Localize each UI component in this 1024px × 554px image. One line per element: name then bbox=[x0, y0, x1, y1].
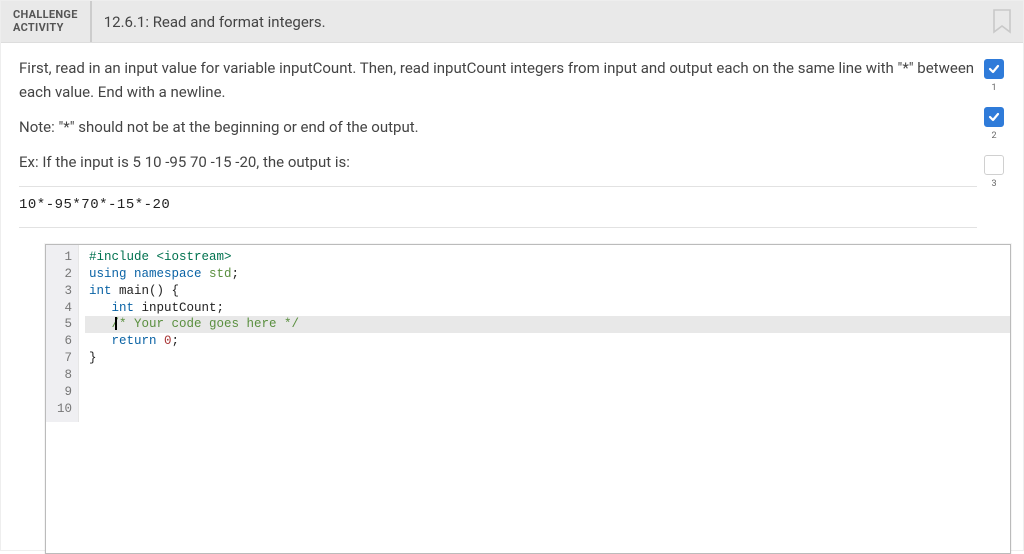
code-line[interactable]: using namespace std; bbox=[85, 266, 1010, 283]
line-number: 2 bbox=[56, 266, 72, 283]
code-token: <iostream> bbox=[157, 250, 232, 264]
activity-type-line1: CHALLENGE bbox=[13, 8, 78, 21]
code-token: } bbox=[89, 351, 97, 365]
bookmark-button[interactable] bbox=[989, 6, 1015, 38]
line-number: 3 bbox=[56, 283, 72, 300]
progress-step-number: 1 bbox=[991, 83, 996, 93]
activity-type-line2: ACTIVITY bbox=[13, 21, 64, 34]
activity-body: First, read in an input value for variab… bbox=[1, 43, 1023, 236]
example-output: 10*-95*70*-15*-20 bbox=[19, 195, 977, 217]
progress-step-1[interactable] bbox=[984, 59, 1004, 79]
line-number: 9 bbox=[56, 384, 72, 401]
divider bbox=[19, 186, 977, 187]
code-token bbox=[89, 317, 112, 331]
check-icon bbox=[987, 110, 1001, 124]
line-number: 10 bbox=[56, 401, 72, 418]
progress-step-number: 2 bbox=[991, 131, 996, 141]
code-token: inputCount; bbox=[142, 301, 225, 315]
divider bbox=[19, 227, 977, 228]
progress-step-3[interactable] bbox=[984, 155, 1004, 175]
code-line[interactable]: /* Your code goes here */ bbox=[85, 316, 1010, 333]
code-token: ; bbox=[172, 334, 180, 348]
line-number: 4 bbox=[56, 300, 72, 317]
instruction-p1: First, read in an input value for variab… bbox=[19, 57, 977, 104]
code-token: int bbox=[89, 284, 119, 298]
instruction-note: Note: "*" should not be at the beginning… bbox=[19, 116, 977, 139]
code-line[interactable]: int inputCount; bbox=[85, 300, 1010, 317]
code-line[interactable]: int main() { bbox=[85, 283, 1010, 300]
code-token: main() { bbox=[119, 284, 179, 298]
code-line[interactable]: #include <iostream> bbox=[85, 249, 1010, 266]
instructions: First, read in an input value for variab… bbox=[19, 57, 977, 236]
code-lines[interactable]: #include <iostream>using namespace std;i… bbox=[79, 245, 1010, 422]
line-number: 8 bbox=[56, 367, 72, 384]
progress-step-2[interactable] bbox=[984, 107, 1004, 127]
code-token: /* Your code goes here */ bbox=[112, 317, 300, 331]
example-label: Ex: If the input is 5 10 -95 70 -15 -20,… bbox=[19, 151, 977, 174]
code-area: 12345678910 #include <iostream>using nam… bbox=[46, 245, 1010, 422]
code-token: int bbox=[112, 301, 142, 315]
line-number: 7 bbox=[56, 350, 72, 367]
code-token: ; bbox=[232, 267, 240, 281]
code-token: std bbox=[209, 267, 232, 281]
text-cursor bbox=[115, 317, 117, 330]
code-line[interactable]: return 0; bbox=[85, 333, 1010, 350]
code-token: using bbox=[89, 267, 134, 281]
code-token: 0 bbox=[164, 334, 172, 348]
bookmark-icon bbox=[991, 8, 1013, 36]
code-token: return bbox=[112, 334, 165, 348]
line-number: 5 bbox=[56, 316, 72, 333]
code-token bbox=[89, 301, 112, 315]
activity-page: CHALLENGE ACTIVITY 12.6.1: Read and form… bbox=[0, 0, 1024, 551]
code-line[interactable]: } bbox=[85, 350, 1010, 367]
check-icon bbox=[987, 62, 1001, 76]
line-number: 1 bbox=[56, 249, 72, 266]
code-token: #include bbox=[89, 250, 157, 264]
line-number: 6 bbox=[56, 333, 72, 350]
line-gutter: 12345678910 bbox=[46, 245, 79, 422]
activity-title: 12.6.1: Read and format integers. bbox=[92, 13, 338, 31]
activity-type-label: CHALLENGE ACTIVITY bbox=[1, 1, 92, 42]
code-token: namespace bbox=[134, 267, 209, 281]
progress-step-number: 3 bbox=[991, 179, 996, 189]
activity-header: CHALLENGE ACTIVITY 12.6.1: Read and form… bbox=[1, 1, 1023, 43]
code-token bbox=[89, 334, 112, 348]
progress-column: 1 2 3 bbox=[977, 57, 1011, 236]
code-editor[interactable]: 12345678910 #include <iostream>using nam… bbox=[45, 244, 1011, 554]
